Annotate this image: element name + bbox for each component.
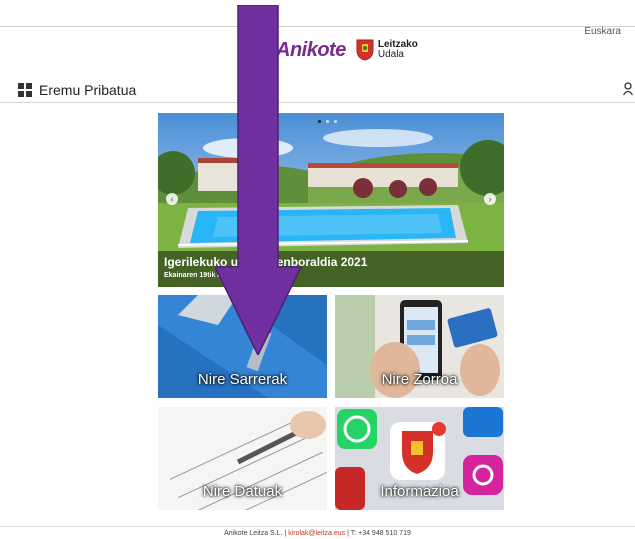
tile-nire-datuak[interactable]: Nire Datuak	[158, 407, 327, 510]
footer: Anikote Leitza S.L. | kirolak@leitza.eus…	[0, 530, 635, 537]
footer-divider	[0, 526, 635, 527]
carousel-next-icon[interactable]: ›	[484, 193, 496, 205]
tile-label: Nire Sarrerak	[197, 371, 288, 388]
tile-informazioa[interactable]: Informazioa	[335, 407, 504, 510]
tile-label: Nire Zorroa	[381, 371, 458, 388]
tile-label: Nire Datuak	[202, 483, 283, 500]
footer-company: Anikote Leitza S.L.	[224, 530, 283, 537]
grid-icon	[18, 83, 32, 97]
municipality-line2: Udala	[377, 49, 404, 60]
carousel-caption: Igerilekuko udako denboraldia 2021 Ekain…	[158, 251, 504, 287]
footer-email-link[interactable]: kirolak@leitza.eus	[288, 530, 345, 537]
user-icon[interactable]	[623, 82, 633, 96]
footer-phone: T: +34 948 510 719	[350, 530, 411, 537]
tile-nire-zorroa[interactable]: Nire Zorroa	[335, 295, 504, 398]
private-area-title: Eremu Pribatua	[39, 82, 137, 98]
municipality-name: Leitzako Udala	[378, 40, 418, 60]
carousel-prev-icon[interactable]: ‹	[166, 193, 178, 205]
news-carousel[interactable]: ‹ › Igerilekuko udako denboraldia 2021 E…	[158, 113, 504, 287]
language-selector[interactable]: Euskara	[584, 26, 621, 37]
tile-label: Informazioa	[380, 483, 459, 500]
carousel-indicators[interactable]	[318, 120, 337, 123]
annotation-down-arrow-icon	[215, 5, 303, 355]
top-divider	[0, 26, 635, 27]
leitza-shield-icon	[356, 39, 374, 61]
private-area-bar: Eremu Pribatua	[0, 78, 635, 103]
